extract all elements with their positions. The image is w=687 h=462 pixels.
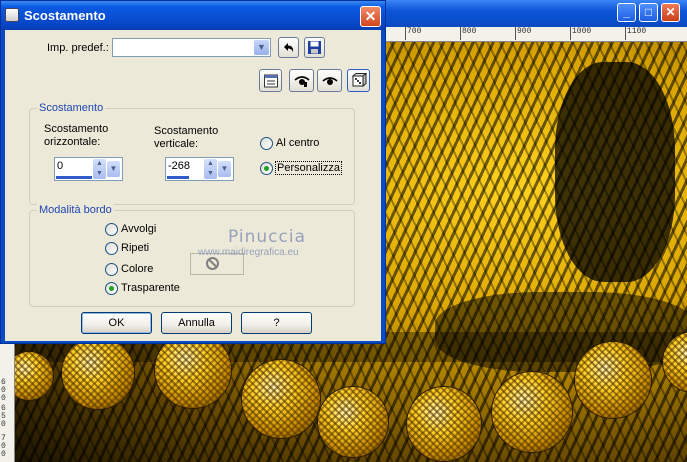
- offset-dialog: Scostamento ✕ Imp. predef.: ▼ Scostament…: [0, 0, 386, 344]
- radio-wrap-label[interactable]: Avvolgi: [121, 223, 156, 235]
- canvas-shadow: [555, 62, 675, 282]
- chevron-down-icon[interactable]: ▼: [254, 40, 269, 55]
- radio-repeat[interactable]: [105, 242, 118, 255]
- preset-label: Imp. predef.:: [47, 42, 109, 54]
- window-close-button[interactable]: ✕: [661, 3, 680, 22]
- dice-icon: [351, 72, 367, 88]
- dialog-titlebar[interactable]: Scostamento ✕: [1, 1, 385, 30]
- ruler-tick: 700: [404, 27, 422, 40]
- ruler-tick: 0: [1, 420, 6, 429]
- ruler-tick: 1100: [624, 27, 647, 40]
- radio-center-label[interactable]: Al centro: [276, 137, 319, 149]
- chevron-down-icon[interactable]: ▼: [107, 161, 120, 177]
- app-icon: [5, 8, 19, 22]
- up-down-arrows-icon[interactable]: ▲ ▼: [204, 159, 217, 179]
- minimize-button[interactable]: _: [617, 3, 636, 22]
- vertical-offset-spinner[interactable]: -268 ▲ ▼ ▼: [165, 157, 234, 181]
- radio-transparent[interactable]: [105, 282, 118, 295]
- ok-button[interactable]: OK: [81, 312, 152, 334]
- vertical-offset-slider[interactable]: [167, 176, 189, 179]
- save-preset-button[interactable]: [304, 37, 325, 58]
- horizontal-offset-input[interactable]: 0: [57, 160, 63, 172]
- dialog-body: Imp. predef.: ▼ Scostamento Scostamento …: [5, 30, 381, 341]
- floppy-save-icon: [308, 41, 321, 54]
- no-color-icon: [206, 257, 219, 270]
- ruler-tick: 900: [514, 27, 532, 40]
- eye-closed-icon: [321, 77, 338, 85]
- ruler-tick: 1000: [569, 27, 592, 40]
- radio-custom-label[interactable]: Personalizza: [275, 161, 342, 175]
- radio-wrap[interactable]: [105, 223, 118, 236]
- radio-color[interactable]: [105, 263, 118, 276]
- radio-center[interactable]: [260, 137, 273, 150]
- radio-transparent-label[interactable]: Trasparente: [121, 282, 180, 294]
- maximize-button[interactable]: □: [639, 3, 658, 22]
- watermark-title: Pinuccia: [228, 227, 306, 247]
- close-icon: ✕: [364, 8, 377, 24]
- randomize-button[interactable]: [347, 69, 370, 92]
- up-down-arrows-icon[interactable]: ▲ ▼: [93, 159, 106, 179]
- gold-sphere: [62, 337, 134, 409]
- offset-group-title: Scostamento: [37, 102, 106, 114]
- radio-custom[interactable]: [260, 162, 273, 175]
- reset-dialog-icon: [263, 74, 278, 88]
- chevron-down-icon[interactable]: ▼: [218, 161, 231, 177]
- ruler-tick: 800: [459, 27, 477, 40]
- ruler-tick: 0: [1, 450, 6, 459]
- preview-on-image-toggle[interactable]: [289, 69, 314, 92]
- undo-arrow-icon: [284, 43, 294, 52]
- preset-combo[interactable]: ▼: [112, 38, 271, 57]
- vertical-offset-input[interactable]: -268: [168, 160, 190, 172]
- horizontal-offset-label: Scostamento: [44, 123, 109, 135]
- ruler-tick: 0: [1, 394, 6, 403]
- horizontal-offset-slider[interactable]: [56, 176, 92, 179]
- ruler-top: 700 800 900 1000 1100: [384, 27, 687, 42]
- reset-button[interactable]: [259, 69, 282, 92]
- close-button[interactable]: ✕: [360, 6, 381, 27]
- auto-proof-toggle[interactable]: [317, 69, 342, 92]
- eye-preview-icon: [293, 76, 310, 87]
- gold-sphere: [407, 387, 481, 461]
- watermark-url: www.maidiregrafica.eu: [198, 247, 299, 258]
- vertical-offset-label: Scostamento: [154, 125, 219, 137]
- spinner-buttons[interactable]: ▲ ▼ ▼: [204, 159, 232, 179]
- radio-color-label[interactable]: Colore: [121, 263, 153, 275]
- cancel-button[interactable]: Annulla: [161, 312, 232, 334]
- help-button[interactable]: ?: [241, 312, 312, 334]
- gold-sphere: [318, 387, 388, 457]
- horizontal-offset-spinner[interactable]: 0 ▲ ▼ ▼: [54, 157, 123, 181]
- undo-button[interactable]: [278, 37, 299, 58]
- edge-mode-group-title: Modalità bordo: [37, 204, 114, 216]
- vertical-offset-label: verticale:: [154, 138, 199, 150]
- spinner-buttons[interactable]: ▲ ▼ ▼: [93, 159, 121, 179]
- radio-repeat-label[interactable]: Ripeti: [121, 242, 149, 254]
- dialog-title: Scostamento: [24, 8, 106, 23]
- ruler-left: 6 0 0 6 5 0 7 0 0: [0, 342, 15, 462]
- gold-sphere: [492, 372, 572, 452]
- gold-sphere: [242, 360, 320, 438]
- horizontal-offset-label: orizzontale:: [44, 136, 101, 148]
- gold-sphere: [575, 342, 651, 418]
